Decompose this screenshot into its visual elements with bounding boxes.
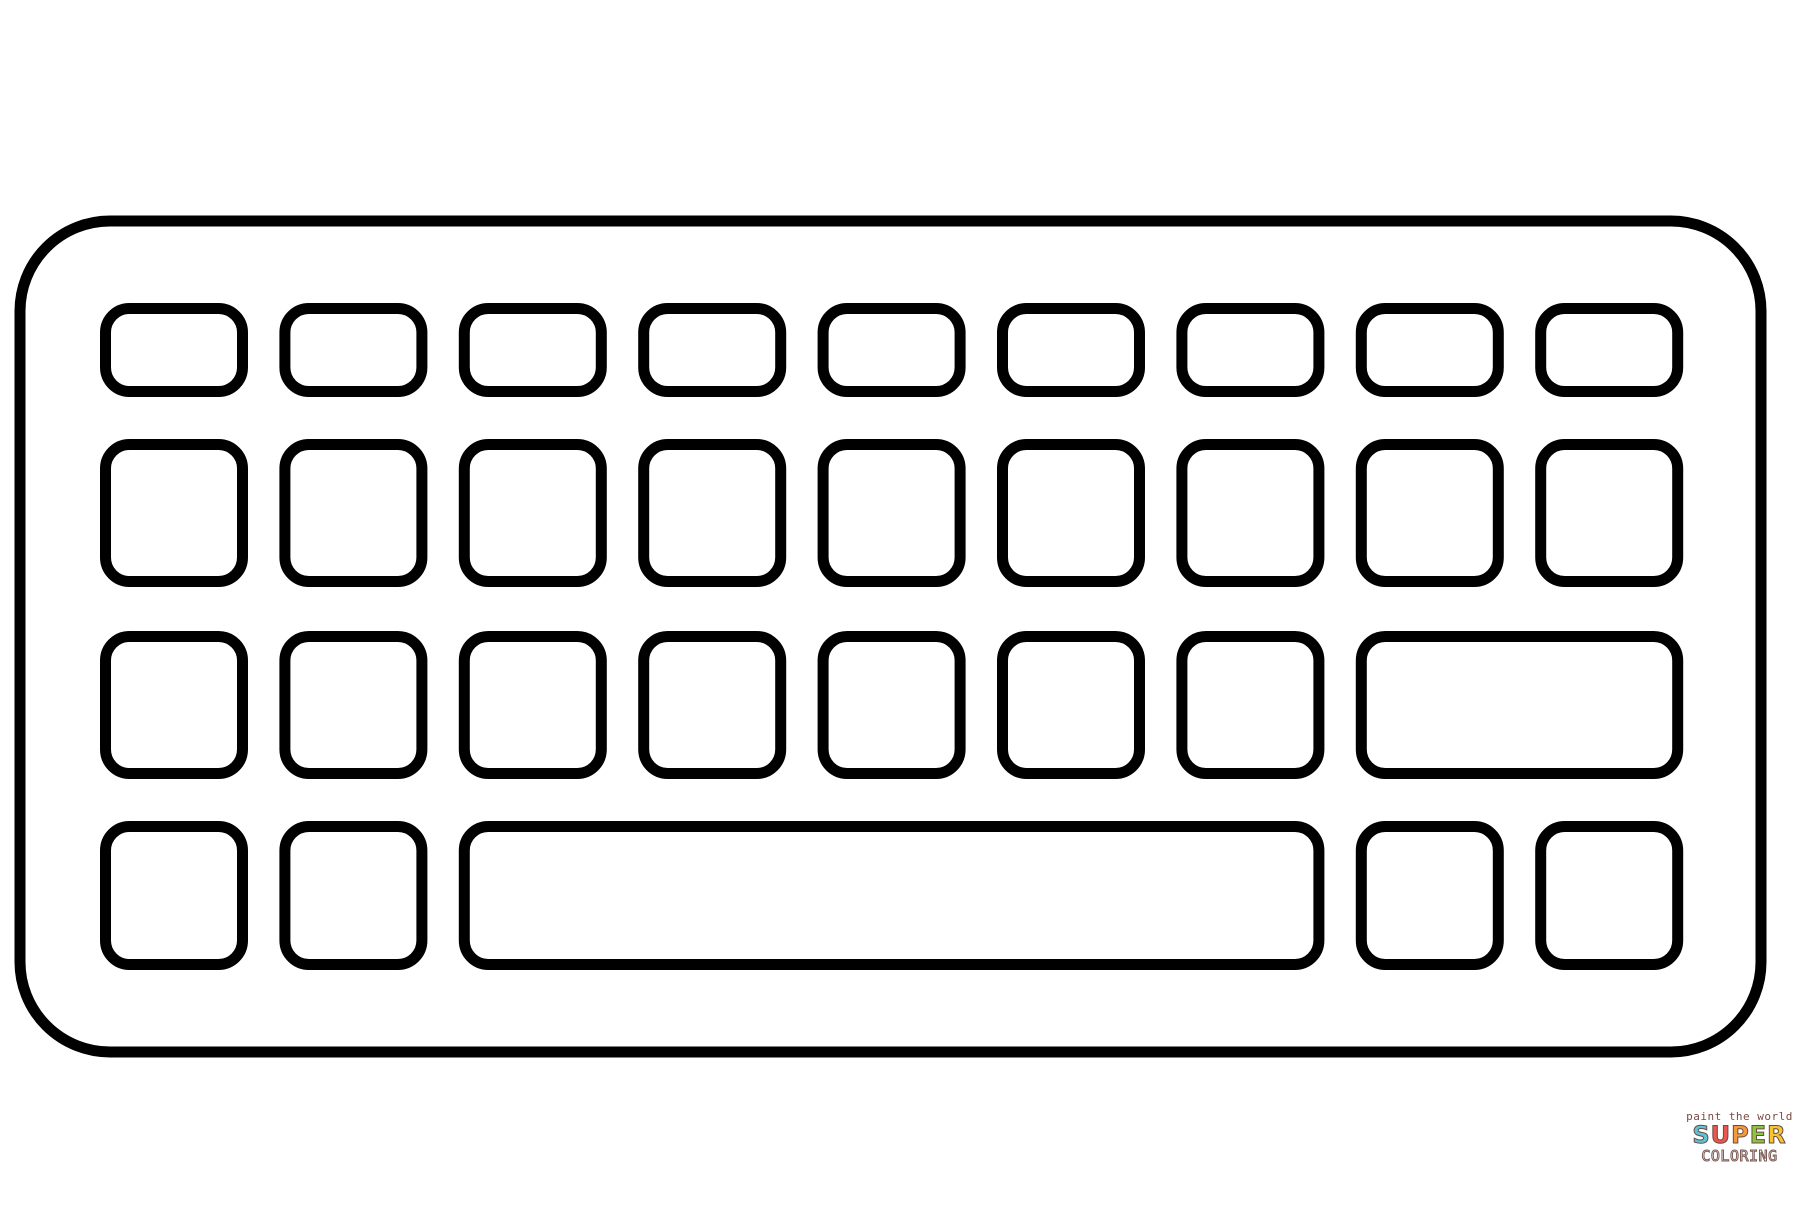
key: [458, 439, 607, 587]
key: [1176, 303, 1325, 397]
key: [1176, 631, 1325, 779]
key: [1355, 821, 1504, 970]
key: [1355, 439, 1504, 587]
logo-letter: R: [1767, 1121, 1787, 1149]
key: [279, 631, 428, 779]
logo-word-coloring: COLORING: [1701, 1147, 1778, 1166]
key: [997, 631, 1145, 779]
logo-letter: S: [1692, 1121, 1711, 1149]
key: [1535, 439, 1684, 587]
key: [458, 303, 607, 397]
key: [458, 631, 607, 779]
logo-letter: E: [1749, 1121, 1768, 1149]
keyboard-illustration: [14, 215, 1767, 1058]
supercoloring-logo: paint the world SUPER COLORING: [1682, 1110, 1797, 1166]
logo-letter: P: [1731, 1121, 1750, 1149]
wide-key: [1355, 631, 1684, 779]
key: [997, 439, 1145, 587]
spacebar-key: [458, 821, 1325, 970]
key: [997, 303, 1145, 397]
logo-letter: U: [1710, 1121, 1732, 1149]
key: [1535, 821, 1684, 970]
key: [1355, 303, 1504, 397]
key: [100, 439, 248, 587]
key: [817, 303, 966, 397]
key: [279, 439, 428, 587]
key: [1535, 303, 1684, 397]
key: [638, 439, 787, 587]
key: [279, 303, 428, 397]
key: [279, 821, 428, 970]
key: [100, 631, 248, 779]
logo-word-super: SUPER: [1682, 1121, 1797, 1149]
key: [1176, 439, 1325, 587]
key: [638, 303, 787, 397]
key: [100, 303, 248, 397]
key: [817, 439, 966, 587]
key: [638, 631, 787, 779]
key: [817, 631, 966, 779]
key: [100, 821, 248, 970]
